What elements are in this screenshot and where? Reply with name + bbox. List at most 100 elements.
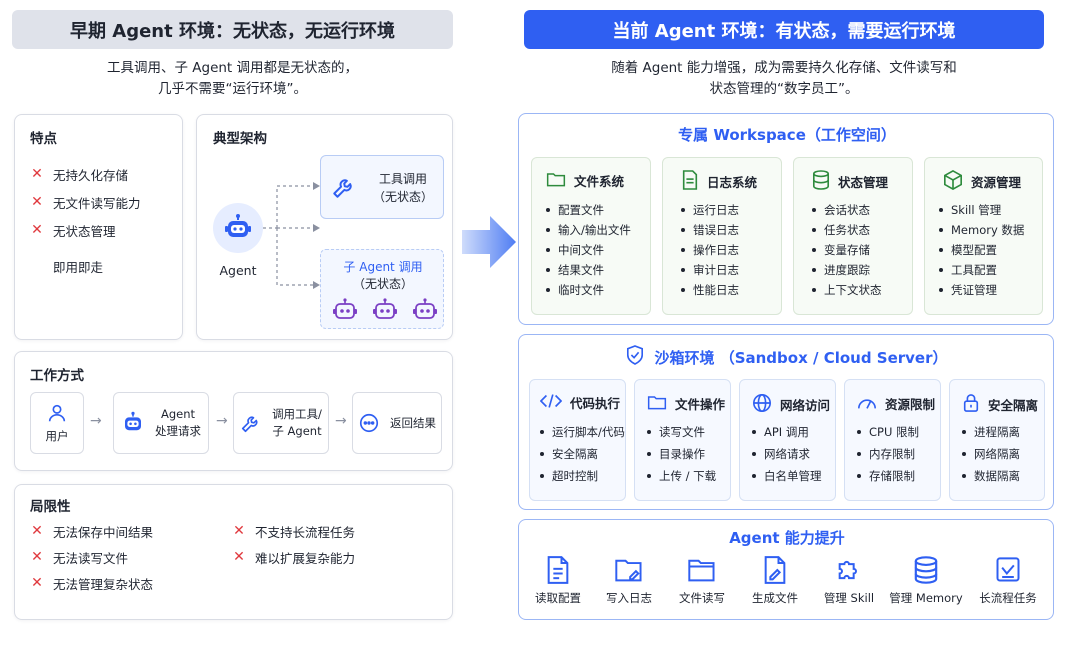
- list-item: 错误日志: [681, 220, 739, 240]
- list-item: 运行脚本/代码: [540, 422, 625, 442]
- purple-robot-icon: [373, 298, 397, 319]
- x-icon: ✕: [233, 549, 245, 565]
- capabilities-panel: Agent 能力提升 读取配置 写入日志 文件读写 生成文件 管理 Skill …: [518, 519, 1054, 620]
- x-icon: ✕: [31, 166, 43, 182]
- code-icon: [539, 393, 563, 412]
- puzzle-icon: [838, 560, 857, 580]
- workspace-card-resources: 资源管理 Skill 管理 Memory 数据 模型配置 工具配置 凭证管理: [924, 157, 1043, 315]
- folder-icon: [647, 393, 667, 414]
- list-item: CPU 限制: [857, 422, 919, 442]
- list-item: 工具配置: [939, 260, 1024, 280]
- list-item: 上传 / 下载: [647, 466, 716, 486]
- purple-robot-icon: [413, 298, 437, 319]
- workflow-title: 工作方式: [30, 368, 84, 384]
- user-icon: [48, 404, 66, 421]
- robot-icon: [125, 411, 141, 431]
- capability-item: 写入日志: [603, 556, 655, 606]
- sandbox-card-limits: 资源限制 CPU 限制 内存限制 存储限制: [844, 379, 941, 501]
- tool-call-sub: （无状态）: [372, 190, 433, 204]
- feature-extra: 即用即走: [53, 259, 104, 275]
- right-subtitle: 随着 Agent 能力增强，成为需要持久化存储、文件读写和 状态管理的“数字员工…: [611, 60, 957, 97]
- left-title: 早期 Agent 环境：无状态，无运行环境: [12, 10, 453, 49]
- list-item: 目录操作: [647, 444, 716, 464]
- lock-icon: [962, 393, 980, 416]
- list-item: 运行日志: [681, 200, 739, 220]
- workspace-title: 专属 Workspace（工作空间）: [678, 126, 896, 144]
- x-icon: ✕: [31, 523, 43, 539]
- sandbox-card-code: 代码执行 运行脚本/代码 安全隔离 超时控制: [529, 379, 626, 501]
- list-item: 配置文件: [546, 200, 631, 220]
- workspace-card-state: 状态管理 会话状态 任务状态 变量存储 进度跟踪 上下文状态: [793, 157, 913, 315]
- chat-bubble-icon: [359, 413, 379, 433]
- document-icon: [547, 556, 569, 584]
- tool-call-label: 工具调用: [378, 172, 427, 186]
- x-icon: ✕: [31, 575, 43, 591]
- folder-edit-icon: [615, 559, 642, 582]
- list-item: 性能日志: [681, 280, 739, 300]
- list-item: 安全隔离: [540, 444, 625, 464]
- file-edit-icon: [764, 556, 786, 584]
- list-item: Memory 数据: [939, 220, 1024, 240]
- limit-item: ✕ 无法管理复杂状态: [29, 572, 153, 594]
- limits-title: 局限性: [30, 499, 71, 515]
- capability-item: 长流程任务: [978, 556, 1038, 606]
- sandbox-card-isolation: 安全隔离 进程隔离 网络隔离 数据隔离: [949, 379, 1045, 501]
- arch-connectors: [263, 182, 320, 289]
- list-item: 超时控制: [540, 466, 625, 486]
- x-icon: ✕: [31, 549, 43, 565]
- features-card: 特点 ✕ 无持久化存储 ✕ 无文件读写能力 ✕ 无状态管理 即用即走: [14, 114, 183, 340]
- sub-agent-sub: （无状态）: [352, 277, 413, 291]
- sub-agent-label: 子 Agent 调用: [343, 260, 423, 274]
- list-item: 中间文件: [546, 240, 631, 260]
- capability-item: 管理 Memory: [889, 556, 963, 606]
- feature-item: ✕ 无持久化存储: [29, 163, 141, 185]
- limit-item: ✕ 无法读写文件: [29, 546, 153, 568]
- sandbox-card-file: 文件操作 读写文件 目录操作 上传 / 下载: [634, 379, 731, 501]
- x-icon: ✕: [31, 222, 43, 238]
- list-item: 结果文件: [546, 260, 631, 280]
- list-item: API 调用: [752, 422, 822, 442]
- list-item: 任务状态: [812, 220, 882, 240]
- list-item: 模型配置: [939, 240, 1024, 260]
- workflow-step-tool: 调用工具/ 子 Agent: [233, 392, 329, 454]
- x-icon: ✕: [31, 194, 43, 210]
- capability-item: 文件读写: [674, 556, 730, 606]
- workflow-card: 工作方式 用户 → Agent 处理请求 → 调用工具/ 子 Agent → 返…: [14, 351, 453, 471]
- log-icon: [681, 170, 699, 193]
- list-item: 内存限制: [857, 444, 919, 464]
- list-item: 输入/输出文件: [546, 220, 631, 240]
- wrench-icon: [331, 174, 357, 204]
- workspace-card-filesystem: 文件系统 配置文件 输入/输出文件 中间文件 结果文件 临时文件: [531, 157, 651, 315]
- chart-icon: [996, 557, 1020, 582]
- agent-label: Agent: [219, 263, 257, 278]
- arrow-icon: →: [335, 413, 347, 429]
- list-item: 审计日志: [681, 260, 739, 280]
- list-item: 网络请求: [752, 444, 822, 464]
- list-item: 会话状态: [812, 200, 882, 220]
- workspace-panel: 专属 Workspace（工作空间） 文件系统 配置文件 输入/输出文件 中间文…: [518, 113, 1054, 325]
- architecture-title: 典型架构: [213, 131, 267, 147]
- sub-agent-box: 子 Agent 调用 （无状态）: [320, 249, 444, 329]
- cube-icon: [943, 169, 963, 193]
- database-icon: [812, 170, 830, 193]
- architecture-card: 典型架构 Agent 工具调用 （无状态） 子 Agent 调用 （无状态）: [196, 114, 453, 340]
- sandbox-card-network: 网络访问 API 调用 网络请求 白名单管理: [739, 379, 836, 501]
- tool-call-box: 工具调用 （无状态）: [320, 155, 444, 219]
- database-icon: [914, 556, 938, 584]
- list-item: 上下文状态: [812, 280, 882, 300]
- workspace-card-logs: 日志系统 运行日志 错误日志 操作日志 审计日志 性能日志: [662, 157, 782, 315]
- capability-item: 管理 Skill: [820, 556, 878, 606]
- sandbox-title: 沙箱环境 （Sandbox / Cloud Server）: [654, 348, 948, 367]
- capability-item: 生成文件: [748, 556, 802, 606]
- transition-arrow-icon: [462, 216, 516, 268]
- list-item: 读写文件: [647, 422, 716, 442]
- shield-icon: [626, 345, 644, 369]
- list-item: 变量存储: [812, 240, 882, 260]
- list-item: 存储限制: [857, 466, 919, 486]
- globe-icon: [752, 393, 772, 416]
- list-item: 网络隔离: [962, 444, 1020, 464]
- list-item: 进度跟踪: [812, 260, 882, 280]
- list-item: 白名单管理: [752, 466, 822, 486]
- purple-robot-icon: [333, 298, 357, 319]
- list-item: 进程隔离: [962, 422, 1020, 442]
